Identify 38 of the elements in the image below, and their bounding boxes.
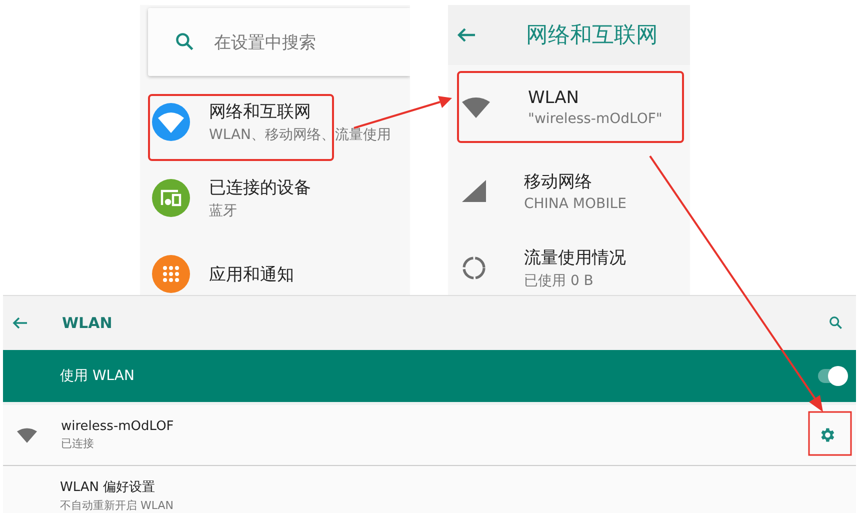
- settings-item[interactable]: 应用和通知: [140, 236, 410, 295]
- item-title: 移动网络: [524, 171, 593, 193]
- item-title: 流量使用情况: [524, 247, 626, 269]
- signal-icon: [462, 180, 486, 202]
- data-usage-icon: [462, 256, 486, 280]
- item-subtitle: 蓝牙: [209, 202, 238, 220]
- network-item[interactable]: 移动网络 CHINA MOBILE: [448, 149, 690, 233]
- network-status: 已连接: [61, 436, 95, 451]
- item-title: 网络和互联网: [209, 101, 312, 123]
- highlight-box: [808, 411, 852, 456]
- search-icon: [174, 31, 196, 53]
- network-item[interactable]: 流量使用情况 已使用 0 B: [448, 233, 690, 295]
- settings-item[interactable]: 网络和互联网 WLAN、移动网络、流量使用: [140, 84, 410, 160]
- page-title: 网络和互联网: [526, 22, 658, 50]
- network-name: wireless-mOdLOF: [61, 419, 174, 434]
- item-title: WLAN: [528, 88, 580, 108]
- back-arrow-icon[interactable]: [12, 316, 28, 330]
- page-title: WLAN: [62, 314, 112, 332]
- search-field[interactable]: 在设置中搜索: [148, 8, 410, 76]
- search-icon[interactable]: [828, 315, 844, 331]
- item-subtitle: 已使用 0 B: [524, 272, 594, 290]
- item-title: 应用和通知: [209, 264, 294, 286]
- item-subtitle: "wireless-mOdLOF": [528, 110, 662, 126]
- master-label: 使用 WLAN: [60, 367, 134, 385]
- settings-item[interactable]: 已连接的设备 蓝牙: [140, 160, 410, 236]
- preferences-subtitle: 不自动重新开启 WLAN: [60, 498, 175, 513]
- toggle-switch[interactable]: [818, 369, 846, 383]
- search-placeholder: 在设置中搜索: [214, 32, 316, 54]
- preferences-title: WLAN 偏好设置: [60, 479, 156, 496]
- wifi-icon: [17, 427, 37, 443]
- wifi-icon: [462, 96, 490, 118]
- item-subtitle: WLAN、移动网络、流量使用: [209, 126, 392, 144]
- network-item[interactable]: WLAN "wireless-mOdLOF": [448, 65, 690, 149]
- network-row[interactable]: wireless-mOdLOF 已连接: [3, 402, 856, 466]
- preferences-row[interactable]: WLAN 偏好设置 不自动重新开启 WLAN: [3, 466, 856, 513]
- item-subtitle: CHINA MOBILE: [524, 196, 626, 212]
- back-arrow-icon[interactable]: [456, 27, 476, 43]
- item-title: 已连接的设备: [209, 177, 311, 199]
